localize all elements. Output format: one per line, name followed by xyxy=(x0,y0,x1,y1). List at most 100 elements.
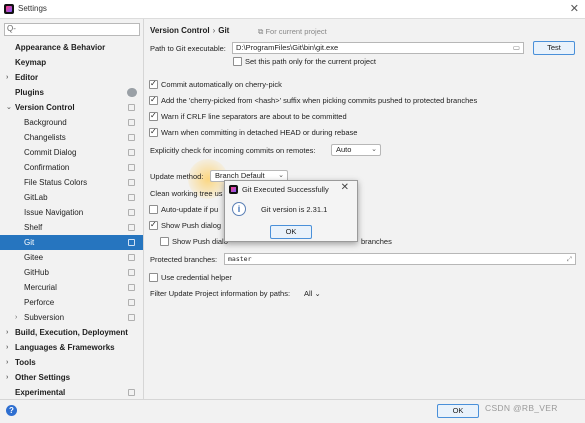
chevron-down-icon[interactable]: ⌄ xyxy=(6,100,12,115)
project-scope-icon xyxy=(128,224,135,231)
show-push-checkbox[interactable] xyxy=(149,220,158,230)
credential-helper-label: Use credential helper xyxy=(161,273,232,282)
project-scope-icon xyxy=(128,239,135,246)
cherry-pick-checkbox[interactable] xyxy=(149,79,158,89)
sidebar-item-background[interactable]: Background xyxy=(0,115,143,130)
cherry-pick-label: Commit automatically on cherry-pick xyxy=(161,80,282,89)
filter-update-value: All xyxy=(304,289,313,298)
chevron-right-icon[interactable]: › xyxy=(6,325,8,340)
project-scope-icon xyxy=(128,209,135,216)
sidebar-item-git[interactable]: Git xyxy=(0,235,143,250)
project-scope-note: ⧉ For current project xyxy=(258,27,327,36)
project-scope-icon xyxy=(128,389,135,396)
sidebar-item-label: Tools xyxy=(15,358,36,367)
chevron-down-icon: ⌄ xyxy=(314,289,321,298)
path-current-project-checkbox[interactable] xyxy=(233,57,242,66)
auto-update-checkbox[interactable] xyxy=(149,205,158,214)
project-scope-icon xyxy=(128,149,135,156)
chevron-right-icon[interactable]: › xyxy=(6,70,8,85)
info-icon: i xyxy=(232,202,246,216)
sidebar-item-label: Commit Dialog xyxy=(24,148,77,157)
sidebar-item-languages-frameworks[interactable]: › Languages & Frameworks xyxy=(0,340,143,355)
sidebar-item-version-control[interactable]: ⌄ Version Control xyxy=(0,100,143,115)
protected-branches-value: master xyxy=(228,255,252,263)
sidebar-item-label: Experimental xyxy=(15,388,66,397)
sidebar-item-shelf[interactable]: Shelf xyxy=(0,220,143,235)
close-icon[interactable]: ✕ xyxy=(570,2,579,15)
cherry-pick-suffix-label: Add the 'cherry-picked from <hash>' suff… xyxy=(161,96,478,105)
sidebar-item-github[interactable]: GitHub xyxy=(0,265,143,280)
project-scope-icon xyxy=(128,269,135,276)
search-input[interactable]: Q- xyxy=(4,23,140,36)
ok-button[interactable]: OK xyxy=(437,404,479,418)
detached-head-warning-checkbox[interactable] xyxy=(149,127,158,137)
show-push-protected-suffix: branches xyxy=(361,237,392,246)
sidebar-item-label: Confirmation xyxy=(24,163,70,172)
sidebar-item-editor[interactable]: › Editor xyxy=(0,70,143,85)
window-title: Settings xyxy=(18,4,47,13)
sidebar-item-other-settings[interactable]: › Other Settings xyxy=(0,370,143,385)
sidebar-item-file-status-colors[interactable]: File Status Colors xyxy=(0,175,143,190)
project-scope-icon xyxy=(128,299,135,306)
sidebar-item-appearance-behavior[interactable]: Appearance & Behavior xyxy=(0,40,143,55)
dialog-footer: ? OK CSDN @RB_VER xyxy=(0,399,585,423)
chevron-right-icon[interactable]: › xyxy=(6,370,8,385)
chevron-right-icon[interactable]: › xyxy=(15,310,17,325)
sidebar-item-label: GitLab xyxy=(24,193,48,202)
breadcrumb-item: Git xyxy=(218,26,230,35)
git-path-field[interactable]: D:\ProgramFiles\Git\bin\git.exe ▭ xyxy=(232,42,524,54)
crlf-warning-checkbox[interactable] xyxy=(149,111,158,121)
sidebar-item-experimental[interactable]: Experimental xyxy=(0,385,143,400)
folder-icon[interactable]: ▭ xyxy=(513,43,520,53)
close-icon[interactable]: ✕ xyxy=(341,182,349,193)
chevron-right-icon[interactable]: › xyxy=(6,340,8,355)
sidebar-item-gitee[interactable]: Gitee xyxy=(0,250,143,265)
project-scope-icon xyxy=(128,314,135,321)
sidebar-item-confirmation[interactable]: Confirmation xyxy=(0,160,143,175)
dialog-ok-button[interactable]: OK xyxy=(270,225,312,239)
sidebar-item-label: Git xyxy=(24,238,35,247)
project-scope-icon xyxy=(128,254,135,261)
sidebar-item-label: Build, Execution, Deployment xyxy=(15,328,128,337)
breadcrumb-separator: › xyxy=(212,26,216,35)
git-success-dialog: Git Executed Successfully ✕ i Git versio… xyxy=(224,180,358,242)
sidebar-item-commit-dialog[interactable]: Commit Dialog xyxy=(0,145,143,160)
sidebar-item-plugins[interactable]: Plugins xyxy=(0,85,143,100)
project-scope-icon xyxy=(128,179,135,186)
updates-badge xyxy=(127,88,137,97)
app-icon xyxy=(4,4,14,14)
filter-update-select[interactable]: All ⌄ xyxy=(304,289,321,298)
sidebar-item-keymap[interactable]: Keymap xyxy=(0,55,143,70)
sidebar-item-perforce[interactable]: Perforce xyxy=(0,295,143,310)
settings-tree: Appearance & Behavior Keymap › Editor Plugin… xyxy=(0,40,143,400)
git-path-label: Path to Git executable: xyxy=(150,44,226,53)
cherry-pick-suffix-checkbox[interactable] xyxy=(149,95,158,105)
incoming-commits-select[interactable]: Auto ⌄ xyxy=(331,144,381,156)
test-button[interactable]: Test xyxy=(533,41,575,55)
credential-helper-checkbox[interactable] xyxy=(149,273,158,282)
git-path-value: D:\ProgramFiles\Git\bin\git.exe xyxy=(236,43,339,52)
sidebar-item-tools[interactable]: › Tools xyxy=(0,355,143,370)
sidebar-item-issue-navigation[interactable]: Issue Navigation xyxy=(0,205,143,220)
show-push-protected-checkbox[interactable] xyxy=(160,237,169,246)
clean-tree-label: Clean working tree us xyxy=(150,189,223,198)
path-current-project-label: Set this path only for the current proje… xyxy=(245,57,376,66)
help-icon[interactable]: ? xyxy=(6,405,17,416)
expand-icon[interactable]: ⤢ xyxy=(567,254,572,264)
sidebar-item-gitlab[interactable]: GitLab xyxy=(0,190,143,205)
sidebar-item-label: Languages & Frameworks xyxy=(15,343,115,352)
watermark-text: CSDN @RB_VER xyxy=(485,403,558,413)
sidebar-item-subversion[interactable]: › Subversion xyxy=(0,310,143,325)
project-scope-icon xyxy=(128,194,135,201)
sidebar-item-label: GitHub xyxy=(24,268,49,277)
sidebar-item-changelists[interactable]: Changelists xyxy=(0,130,143,145)
incoming-commits-value: Auto xyxy=(336,145,352,154)
dialog-title: Git Executed Successfully xyxy=(242,185,329,194)
project-scope-icon xyxy=(128,284,135,291)
sidebar-item-mercurial[interactable]: Mercurial xyxy=(0,280,143,295)
chevron-right-icon[interactable]: › xyxy=(6,355,8,370)
protected-branches-field[interactable]: master ⤢ xyxy=(224,253,576,265)
dialog-message: Git version is 2.31.1 xyxy=(261,205,328,214)
sidebar-item-build-execution-deployment[interactable]: › Build, Execution, Deployment xyxy=(0,325,143,340)
breadcrumb-item[interactable]: Version Control xyxy=(150,26,210,35)
